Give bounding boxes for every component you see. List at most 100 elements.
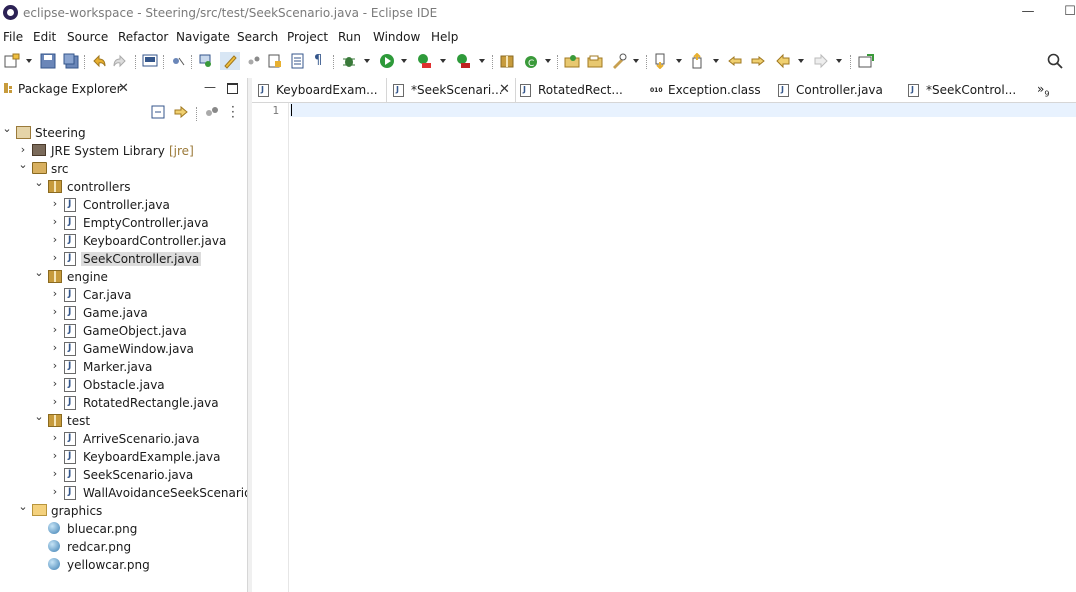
collapse-all-icon[interactable] bbox=[151, 105, 167, 121]
tree-item[interactable]: › Car.java bbox=[0, 286, 247, 304]
chevron-down-icon[interactable]: ⌄ bbox=[34, 266, 44, 279]
new-icon[interactable] bbox=[4, 53, 20, 69]
tab-exception-class[interactable]: Exception.class bbox=[644, 78, 782, 102]
show-whitespace-icon[interactable] bbox=[290, 53, 306, 69]
menu-search[interactable]: Search bbox=[237, 30, 278, 44]
open-type-icon[interactable] bbox=[564, 53, 580, 69]
coverage-icon[interactable] bbox=[416, 53, 432, 69]
external-run-dropdown-icon[interactable] bbox=[479, 59, 485, 63]
back-icon[interactable] bbox=[775, 53, 791, 69]
tab-seek-controller[interactable]: *SeekControl... bbox=[902, 78, 1034, 102]
chevron-down-icon[interactable]: ⌄ bbox=[34, 176, 44, 189]
tree-item[interactable]: bluecar.png bbox=[0, 520, 247, 538]
chevron-right-icon[interactable]: › bbox=[50, 323, 60, 336]
chevron-right-icon[interactable]: › bbox=[50, 431, 60, 444]
run-icon[interactable] bbox=[379, 53, 395, 69]
chevron-right-icon[interactable]: › bbox=[50, 377, 60, 390]
menu-navigate[interactable]: Navigate bbox=[176, 30, 230, 44]
mark-occurrences-icon[interactable] bbox=[220, 52, 240, 70]
tree-item[interactable]: › EmptyController.java bbox=[0, 214, 247, 232]
forward-edit-location-icon[interactable] bbox=[750, 53, 766, 69]
save-all-icon[interactable] bbox=[63, 53, 79, 69]
code-editor[interactable]: 1 bbox=[252, 103, 1076, 592]
menu-refactor[interactable]: Refactor bbox=[118, 30, 168, 44]
tree-item[interactable]: redcar.png bbox=[0, 538, 247, 556]
chevron-down-icon[interactable]: ⌄ bbox=[18, 500, 28, 513]
chevron-right-icon[interactable]: › bbox=[50, 233, 60, 246]
tree-item[interactable]: › WallAvoidanceSeekScenario.jav bbox=[0, 484, 273, 502]
tab-keyboard-example[interactable]: KeyboardExam... bbox=[252, 78, 386, 102]
pilcrow-icon[interactable]: ¶ bbox=[314, 53, 330, 69]
tree-item[interactable]: ⌄ test bbox=[0, 410, 247, 430]
view-menu-icon[interactable]: · · · bbox=[231, 101, 237, 123]
tree-item[interactable]: › SeekScenario.java bbox=[0, 466, 247, 484]
minimize-button[interactable]: — bbox=[1018, 3, 1038, 21]
tree-item[interactable]: › GameObject.java bbox=[0, 322, 247, 340]
chevron-right-icon[interactable]: › bbox=[18, 143, 28, 156]
tree-item[interactable]: › KeyboardController.java bbox=[0, 232, 247, 250]
menu-file[interactable]: File bbox=[3, 30, 23, 44]
menu-run[interactable]: Run bbox=[338, 30, 361, 44]
tree-item[interactable]: yellowcar.png bbox=[0, 556, 247, 574]
tree-item[interactable]: › GameWindow.java bbox=[0, 340, 247, 358]
maximize-view-button[interactable] bbox=[227, 83, 238, 94]
tree-item[interactable]: › JRE System Library [jre] bbox=[0, 142, 247, 160]
tree-item[interactable]: ⌄ controllers bbox=[0, 176, 247, 196]
package-explorer-tab[interactable]: Package Explorer ✕ — bbox=[0, 78, 247, 100]
external-tools-icon[interactable] bbox=[198, 53, 214, 69]
tree-item[interactable]: › Obstacle.java bbox=[0, 376, 247, 394]
chevron-right-icon[interactable]: › bbox=[50, 395, 60, 408]
tree-item[interactable]: › Marker.java bbox=[0, 358, 247, 376]
minimize-view-button[interactable]: — bbox=[204, 80, 216, 94]
menu-help[interactable]: Help bbox=[431, 30, 458, 44]
chevron-right-icon[interactable]: › bbox=[50, 287, 60, 300]
close-tab-icon[interactable]: ✕ bbox=[499, 82, 510, 97]
chevron-right-icon[interactable]: › bbox=[50, 449, 60, 462]
tree-item[interactable]: › Game.java bbox=[0, 304, 247, 322]
next-edit-icon[interactable] bbox=[653, 53, 669, 70]
chevron-down-icon[interactable]: ⌄ bbox=[18, 158, 28, 171]
breakpoint-icon[interactable] bbox=[170, 53, 186, 69]
search-icon[interactable] bbox=[1047, 53, 1063, 69]
chevron-right-icon[interactable]: › bbox=[50, 215, 60, 228]
save-icon[interactable] bbox=[40, 53, 56, 69]
tree-item[interactable]: › Controller.java bbox=[0, 196, 247, 214]
chevron-right-icon[interactable]: › bbox=[50, 197, 60, 210]
previous-edit-icon[interactable] bbox=[690, 52, 706, 69]
next-edit-dropdown-icon[interactable] bbox=[676, 59, 682, 63]
pin-editor-icon[interactable] bbox=[858, 53, 874, 69]
chevron-down-icon[interactable]: ⌄ bbox=[2, 122, 12, 135]
chevron-right-icon[interactable]: › bbox=[50, 359, 60, 372]
debug-icon[interactable] bbox=[341, 53, 357, 69]
tree-item[interactable]: ⌄ Steering bbox=[0, 122, 247, 142]
search-tool-icon[interactable] bbox=[611, 53, 627, 69]
menu-window[interactable]: Window bbox=[373, 30, 420, 44]
tab-overflow-button[interactable]: »9 bbox=[1037, 82, 1049, 98]
menu-edit[interactable]: Edit bbox=[33, 30, 56, 44]
new-dropdown-icon[interactable] bbox=[26, 59, 32, 63]
chevron-right-icon[interactable]: › bbox=[50, 251, 60, 264]
search-tool-dropdown-icon[interactable] bbox=[633, 59, 639, 63]
forward-dropdown-icon[interactable] bbox=[836, 59, 842, 63]
external-run-icon[interactable] bbox=[455, 53, 471, 69]
maximize-button[interactable]: ☐ bbox=[1060, 3, 1076, 21]
tree-item[interactable]: › ArriveScenario.java bbox=[0, 430, 247, 448]
chevron-right-icon[interactable]: › bbox=[50, 341, 60, 354]
open-resource-icon[interactable] bbox=[587, 53, 603, 69]
tree-item[interactable]: › KeyboardExample.java bbox=[0, 448, 247, 466]
new-class-icon[interactable]: C bbox=[523, 53, 539, 69]
chevron-right-icon[interactable]: › bbox=[50, 467, 60, 480]
menu-source[interactable]: Source bbox=[67, 30, 108, 44]
tab-controller[interactable]: Controller.java bbox=[772, 78, 902, 102]
console-icon[interactable] bbox=[142, 53, 158, 69]
new-class-dropdown-icon[interactable] bbox=[545, 59, 551, 63]
undo-icon[interactable] bbox=[91, 53, 107, 69]
chevron-down-icon[interactable]: ⌄ bbox=[34, 410, 44, 423]
tree-item[interactable]: ⌄ graphics bbox=[0, 500, 247, 520]
toggle-block-icon[interactable] bbox=[246, 53, 262, 69]
coverage-dropdown-icon[interactable] bbox=[440, 59, 446, 63]
menu-project[interactable]: Project bbox=[287, 30, 328, 44]
link-with-editor-icon[interactable] bbox=[173, 105, 189, 121]
run-dropdown-icon[interactable] bbox=[401, 59, 407, 63]
last-edit-location-icon[interactable] bbox=[727, 53, 743, 69]
